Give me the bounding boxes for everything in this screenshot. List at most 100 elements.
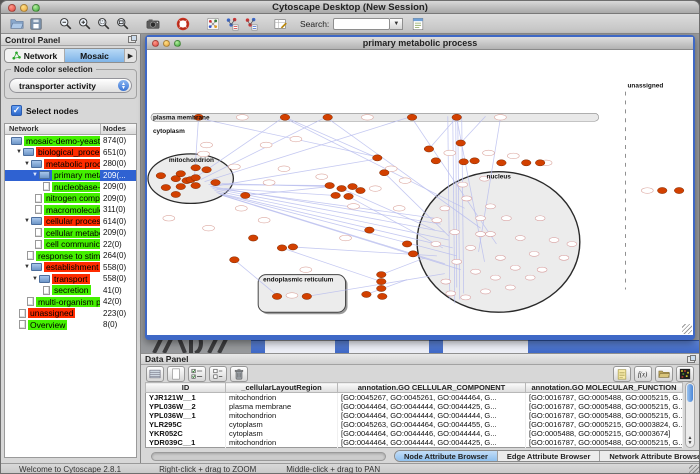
tree-row[interactable]: nitrogen compo209(0)	[5, 193, 136, 205]
frame-zoom-button[interactable]	[174, 40, 181, 47]
float-panel-icon[interactable]	[128, 36, 136, 43]
expand-arrow-icon[interactable]: ▼	[31, 172, 39, 178]
expand-arrow-icon[interactable]: ▼	[23, 264, 31, 270]
table-cell[interactable]: [GO:0016787, GO:0005488, GO:0005215, G..…	[526, 438, 683, 448]
table-cell[interactable]: YLR295C	[146, 420, 226, 429]
zoom-in-icon[interactable]	[75, 15, 94, 32]
tree-row[interactable]: mosaic-demo-yeast874(0)	[5, 135, 136, 147]
open-session-icon[interactable]	[7, 15, 26, 32]
annotations-icon[interactable]	[271, 15, 290, 32]
notepad-icon[interactable]	[613, 366, 631, 382]
table-cell[interactable]: [GO:0044464, GO:0044444, GO:0044444, G..…	[338, 411, 526, 420]
table-cell[interactable]: [GO:0016787, GO:0005488, GO:0005215, G..…	[526, 402, 683, 411]
tree-row[interactable]: unassigned223(0)	[5, 308, 136, 320]
table-cell[interactable]: cytoplasm	[226, 420, 338, 429]
table-cell[interactable]: mitochondrion	[226, 438, 338, 448]
zoom-selected-region-icon[interactable]	[94, 15, 113, 32]
table-cell[interactable]: mitochondrion	[226, 393, 338, 403]
tree-row[interactable]: cell communicat22(0)	[5, 239, 136, 251]
more-tabs-arrow[interactable]: ▶	[125, 49, 136, 62]
tree-row[interactable]: nucleobase-209(0)	[5, 181, 136, 193]
table-cell[interactable]: [GO:0016787, GO:0005488, GO:0005215, G..…	[526, 393, 683, 403]
background-window-fragment[interactable]	[265, 340, 335, 353]
tree-header-nodes[interactable]: Nodes	[100, 124, 136, 134]
tree-row[interactable]: ▼metabolic process280(0)	[5, 158, 136, 170]
snapshot-camera-icon[interactable]	[143, 15, 162, 32]
tab-mosaic[interactable]: Mosaic	[65, 49, 125, 62]
expand-arrow-icon[interactable]: ▼	[23, 218, 31, 224]
delete-attribute-trash-icon[interactable]	[230, 366, 248, 382]
table-cell[interactable]: YDR039C__1	[146, 438, 226, 448]
window-resize-grip[interactable]	[689, 465, 699, 474]
table-cell[interactable]: [GO:0044464, GO:0044444, GO:0044425, G..…	[338, 438, 526, 448]
select-nodes-checkbox[interactable]: ✓	[11, 105, 22, 116]
table-cell[interactable]: YPL036W__2	[146, 402, 226, 411]
search-dropdown-arrow[interactable]: ▼	[390, 18, 403, 30]
tree-row[interactable]: ▼transport558(0)	[5, 273, 136, 285]
help-lifering-icon[interactable]	[173, 15, 192, 32]
background-window-fragment[interactable]	[443, 340, 528, 353]
tree-row[interactable]: Overview8(0)	[5, 319, 136, 331]
table-vertical-scrollbar[interactable]: ▲▼	[685, 382, 695, 448]
table-row[interactable]: YKR052Ccytoplasm[GO:0044464, GO:0044446,…	[146, 429, 683, 438]
table-cell[interactable]: cytoplasm	[226, 429, 338, 438]
table-column-header[interactable]: annotation.GO CELLULAR_COMPONENT	[338, 383, 526, 393]
tree-row[interactable]: cellular metabol209(0)	[5, 227, 136, 239]
scrollbar-arrows[interactable]: ▲▼	[686, 436, 694, 446]
tab-node-attribute-browser[interactable]: Node Attribute Browser	[395, 451, 498, 461]
table-row[interactable]: YPL036W__1mitochondrion[GO:0044464, GO:0…	[146, 411, 683, 420]
frame-resize-grip[interactable]	[682, 324, 692, 334]
export-network-icon[interactable]	[241, 15, 260, 32]
background-window-fragment[interactable]	[251, 340, 265, 353]
tree-row[interactable]: ▼establishment of lo558(0)	[5, 262, 136, 274]
table-cell[interactable]: [GO:0016787, GO:0005488, GO:0005215, G..…	[526, 411, 683, 420]
search-input[interactable]	[333, 18, 390, 30]
network-frame-titlebar[interactable]: primary metabolic process	[147, 37, 693, 50]
table-cell[interactable]: YKR052C	[146, 429, 226, 438]
tab-network-attribute-browser[interactable]: Network Attribute Browser	[600, 451, 700, 461]
frame-minimize-button[interactable]	[163, 40, 170, 47]
attribute-matrix-icon[interactable]	[676, 366, 694, 382]
table-row[interactable]: YPL036W__2plasma membrane[GO:0044464, GO…	[146, 402, 683, 411]
table-row[interactable]: YLR295Ccytoplasm[GO:0045263, GO:0044464,…	[146, 420, 683, 429]
scrollbar-thumb[interactable]	[687, 384, 693, 402]
network-canvas[interactable]: plasma membranecytoplasmmitochondrionnuc…	[147, 50, 693, 335]
import-network-icon[interactable]	[222, 15, 241, 32]
attribute-list-icon[interactable]	[209, 366, 227, 382]
tab-network[interactable]: Network	[5, 49, 65, 62]
close-window-button[interactable]	[8, 4, 16, 12]
tree-row[interactable]: macromolecule311(0)	[5, 204, 136, 216]
table-row[interactable]: YJR121W__1mitochondrion[GO:0045267, GO:0…	[146, 393, 683, 403]
tree-row[interactable]: ▼primary metabo209(...	[5, 170, 136, 182]
tree-row[interactable]: response to stimulu264(0)	[5, 250, 136, 262]
node-attribute-table[interactable]: ID_cellularLayoutRegionannotation.GO CEL…	[145, 382, 683, 448]
tree-header-network[interactable]: Network	[5, 124, 100, 134]
table-cell[interactable]: [GO:0044464, GO:0044446, GO:0044444, G..…	[338, 429, 526, 438]
vizmapper-icon[interactable]	[203, 15, 222, 32]
table-column-header[interactable]: ID	[146, 383, 226, 393]
table-cell[interactable]: [GO:0045263, GO:0044464, GO:0044455, G..…	[338, 420, 526, 429]
zoom-window-button[interactable]	[32, 4, 40, 12]
table-column-header[interactable]: _cellularLayoutRegion	[226, 383, 338, 393]
frame-close-button[interactable]	[152, 40, 159, 47]
minimize-window-button[interactable]	[20, 4, 28, 12]
tree-row[interactable]: secretion41(0)	[5, 285, 136, 297]
table-column-header[interactable]: annotation.GO MOLECULAR_FUNCTION	[526, 383, 683, 393]
search-options-icon[interactable]	[408, 15, 427, 32]
table-cell[interactable]: [GO:0044464, GO:0044444, GO:0044425, G..…	[338, 402, 526, 411]
float-panel-icon[interactable]	[687, 356, 695, 363]
formula-builder-icon[interactable]: f(x)	[634, 366, 652, 382]
zoom-to-fit-icon[interactable]	[113, 15, 132, 32]
table-cell[interactable]: YJR121W__1	[146, 393, 226, 403]
expand-arrow-icon[interactable]: ▼	[31, 276, 39, 282]
tree-row[interactable]: ▼cellular process614(0)	[5, 216, 136, 228]
table-cell[interactable]: YPL036W__1	[146, 411, 226, 420]
table-cell[interactable]: [GO:0005488, GO:0005215, GO:0003674]	[526, 429, 683, 438]
create-new-attribute-icon[interactable]	[167, 366, 185, 382]
select-attributes-icon[interactable]	[146, 366, 164, 382]
background-window-fragment[interactable]	[429, 340, 443, 353]
table-cell[interactable]: plasma membrane	[226, 402, 338, 411]
background-window-fragment[interactable]	[335, 340, 349, 353]
table-cell[interactable]: mitochondrion	[226, 411, 338, 420]
zoom-out-icon[interactable]	[56, 15, 75, 32]
